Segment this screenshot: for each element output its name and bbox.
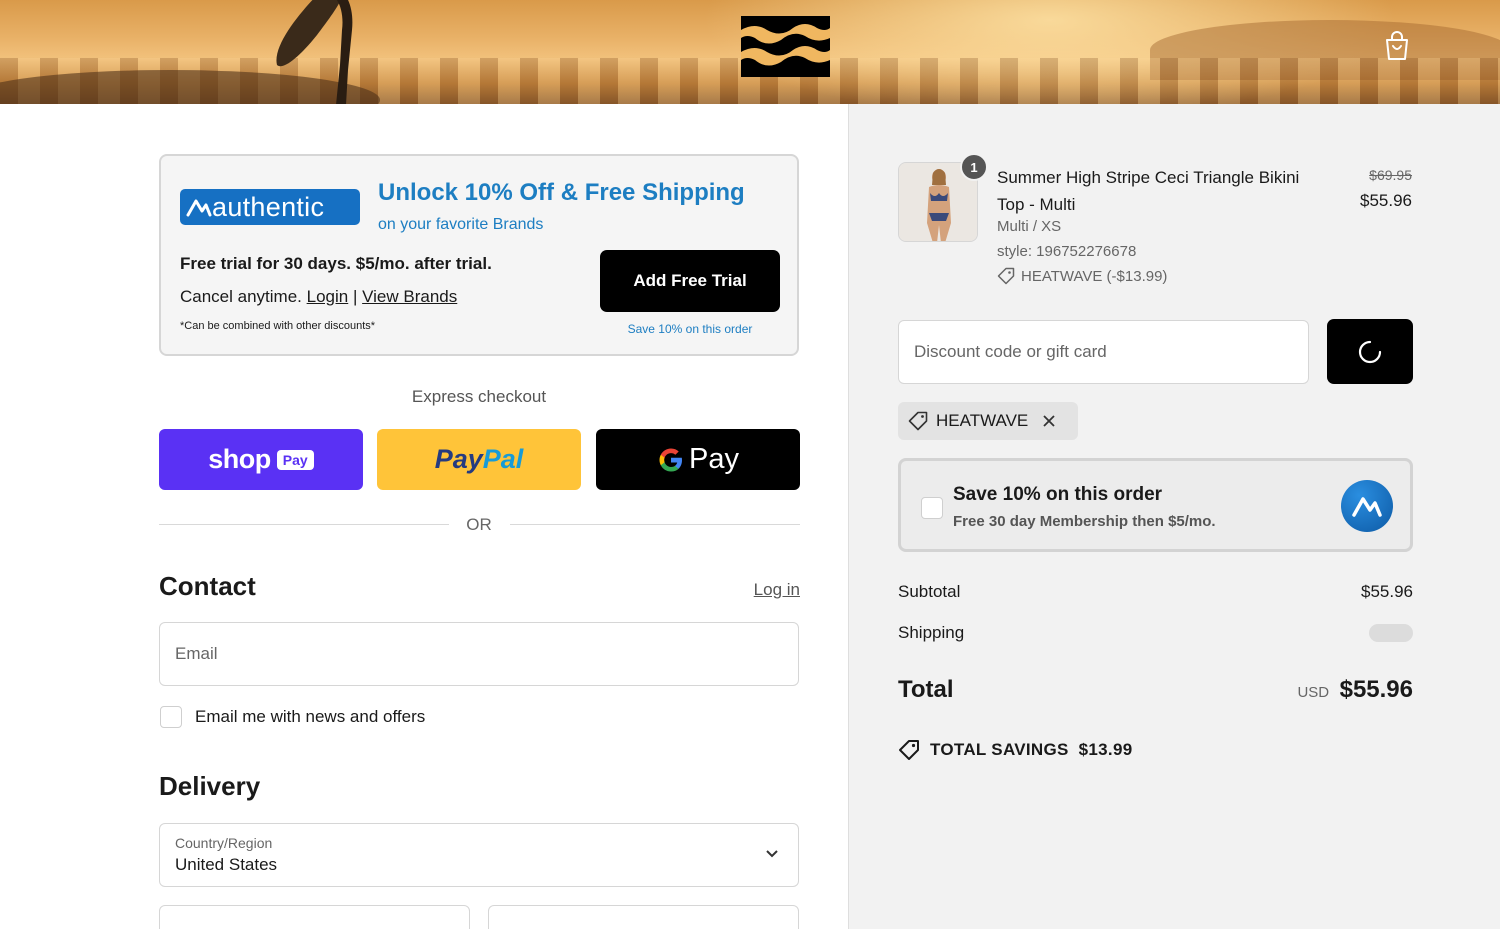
or-text: OR bbox=[466, 515, 492, 534]
product-style: style: 196752276678 bbox=[997, 243, 1137, 260]
chevron-down-icon bbox=[766, 850, 778, 858]
add-free-trial-button[interactable]: Add Free Trial bbox=[600, 250, 780, 312]
shop-pay-text: shop bbox=[208, 444, 271, 474]
authentic-mark-icon bbox=[186, 199, 212, 217]
authentic-round-logo bbox=[1341, 480, 1393, 532]
country-label: Country/Region bbox=[175, 835, 273, 851]
authentic-logo: authentic bbox=[180, 189, 360, 225]
loading-spinner-icon bbox=[1358, 340, 1382, 363]
membership-checkbox[interactable] bbox=[921, 497, 943, 519]
close-icon[interactable] bbox=[1042, 414, 1056, 428]
authentic-login-link[interactable]: Login bbox=[307, 287, 349, 306]
tag-icon bbox=[997, 267, 1015, 285]
shop-pay-button[interactable]: shop Pay bbox=[159, 429, 363, 490]
subtotal-label: Subtotal bbox=[898, 582, 961, 601]
membership-subtitle: Free 30 day Membership then $5/mo. bbox=[953, 513, 1216, 530]
quantity-badge: 1 bbox=[960, 153, 988, 181]
billabong-logo[interactable] bbox=[741, 16, 830, 77]
membership-offer-box: Save 10% on this order Free 30 day Membe… bbox=[898, 458, 1413, 552]
product-variant: Multi / XS bbox=[997, 218, 1062, 235]
savings-value: $13.99 bbox=[1078, 740, 1133, 759]
discount-code-input[interactable]: Discount code or gift card bbox=[898, 320, 1309, 384]
tag-icon bbox=[908, 411, 928, 431]
newsletter-checkbox[interactable] bbox=[160, 706, 182, 728]
authentic-logo-text: authentic bbox=[212, 191, 325, 222]
paypal-text-pay: Pay bbox=[434, 444, 483, 474]
original-price: $69.95 bbox=[1369, 167, 1412, 183]
sale-price: $55.96 bbox=[1360, 191, 1412, 210]
authentic-mark-icon bbox=[1352, 497, 1382, 517]
cancel-anytime-line: Cancel anytime. Login | View Brands bbox=[180, 287, 457, 307]
delivery-heading: Delivery bbox=[159, 771, 261, 801]
product-discount: HEATWAVE (-$13.99) bbox=[997, 267, 1167, 285]
save-note: Save 10% on this order bbox=[627, 322, 753, 336]
combine-note: *Can be combined with other discounts* bbox=[180, 320, 376, 332]
surfer-silhouette bbox=[276, 0, 353, 104]
subtotal-row: Subtotal $55.96 bbox=[898, 582, 1413, 602]
paypal-button[interactable]: Pay Pal bbox=[377, 429, 581, 490]
applied-discount-code: HEATWAVE bbox=[936, 411, 1029, 430]
authentic-promo-box: authentic Unlock 10% Off & Free Shipping… bbox=[159, 154, 799, 356]
email-placeholder: Email bbox=[175, 644, 218, 663]
authentic-title: Unlock 10% Off & Free Shipping bbox=[378, 179, 745, 206]
country-select[interactable]: Country/Region United States bbox=[159, 823, 799, 887]
express-checkout-label: Express checkout bbox=[411, 387, 547, 406]
total-amount: $55.96 bbox=[1339, 676, 1413, 703]
paypal-text-pal: Pal bbox=[482, 444, 524, 474]
applied-discount-chip: HEATWAVE bbox=[898, 402, 1078, 440]
cancel-text: Cancel anytime. bbox=[180, 287, 302, 306]
shipping-row: Shipping bbox=[898, 623, 1413, 643]
contact-heading: Contact bbox=[159, 571, 256, 601]
shipping-loading-placeholder bbox=[1369, 624, 1413, 642]
country-value: United States bbox=[175, 855, 278, 874]
email-field[interactable]: Email bbox=[159, 622, 799, 686]
authentic-subtitle: on your favorite Brands bbox=[378, 216, 544, 233]
view-brands-link[interactable]: View Brands bbox=[362, 287, 457, 306]
shop-pay-pill: Pay bbox=[276, 449, 314, 470]
google-pay-text: Pay bbox=[689, 443, 739, 475]
shopping-bag-icon[interactable] bbox=[1383, 31, 1411, 61]
or-divider-left bbox=[159, 524, 449, 525]
subtotal-value: $55.96 bbox=[1361, 582, 1413, 601]
or-divider-right bbox=[510, 524, 800, 525]
currency-code: USD bbox=[1297, 684, 1330, 701]
log-in-link[interactable]: Log in bbox=[720, 580, 800, 600]
google-pay-button[interactable]: Pay bbox=[596, 429, 800, 490]
product-discount-text: HEATWAVE (-$13.99) bbox=[1021, 267, 1168, 285]
free-trial-text: Free trial for 30 days. $5/mo. after tri… bbox=[180, 254, 492, 273]
google-g-icon bbox=[659, 448, 682, 471]
membership-title: Save 10% on this order bbox=[953, 484, 1163, 505]
total-value: USD $55.96 bbox=[1250, 676, 1413, 704]
header-banner bbox=[0, 0, 1500, 104]
savings-tag-icon bbox=[899, 740, 919, 760]
savings-label: TOTAL SAVINGS bbox=[930, 740, 1069, 759]
last-name-field[interactable] bbox=[488, 905, 799, 929]
product-name: Summer High Stripe Ceci Triangle Bikini … bbox=[997, 168, 1300, 214]
link-separator: | bbox=[352, 287, 358, 306]
newsletter-label: Email me with news and offers bbox=[195, 707, 426, 726]
apply-discount-button[interactable] bbox=[1327, 319, 1413, 384]
shipping-label: Shipping bbox=[898, 623, 965, 642]
discount-placeholder: Discount code or gift card bbox=[914, 342, 1107, 361]
total-label: Total bbox=[898, 676, 954, 703]
total-savings: TOTAL SAVINGS $13.99 bbox=[898, 739, 1132, 761]
first-name-field[interactable] bbox=[159, 905, 470, 929]
